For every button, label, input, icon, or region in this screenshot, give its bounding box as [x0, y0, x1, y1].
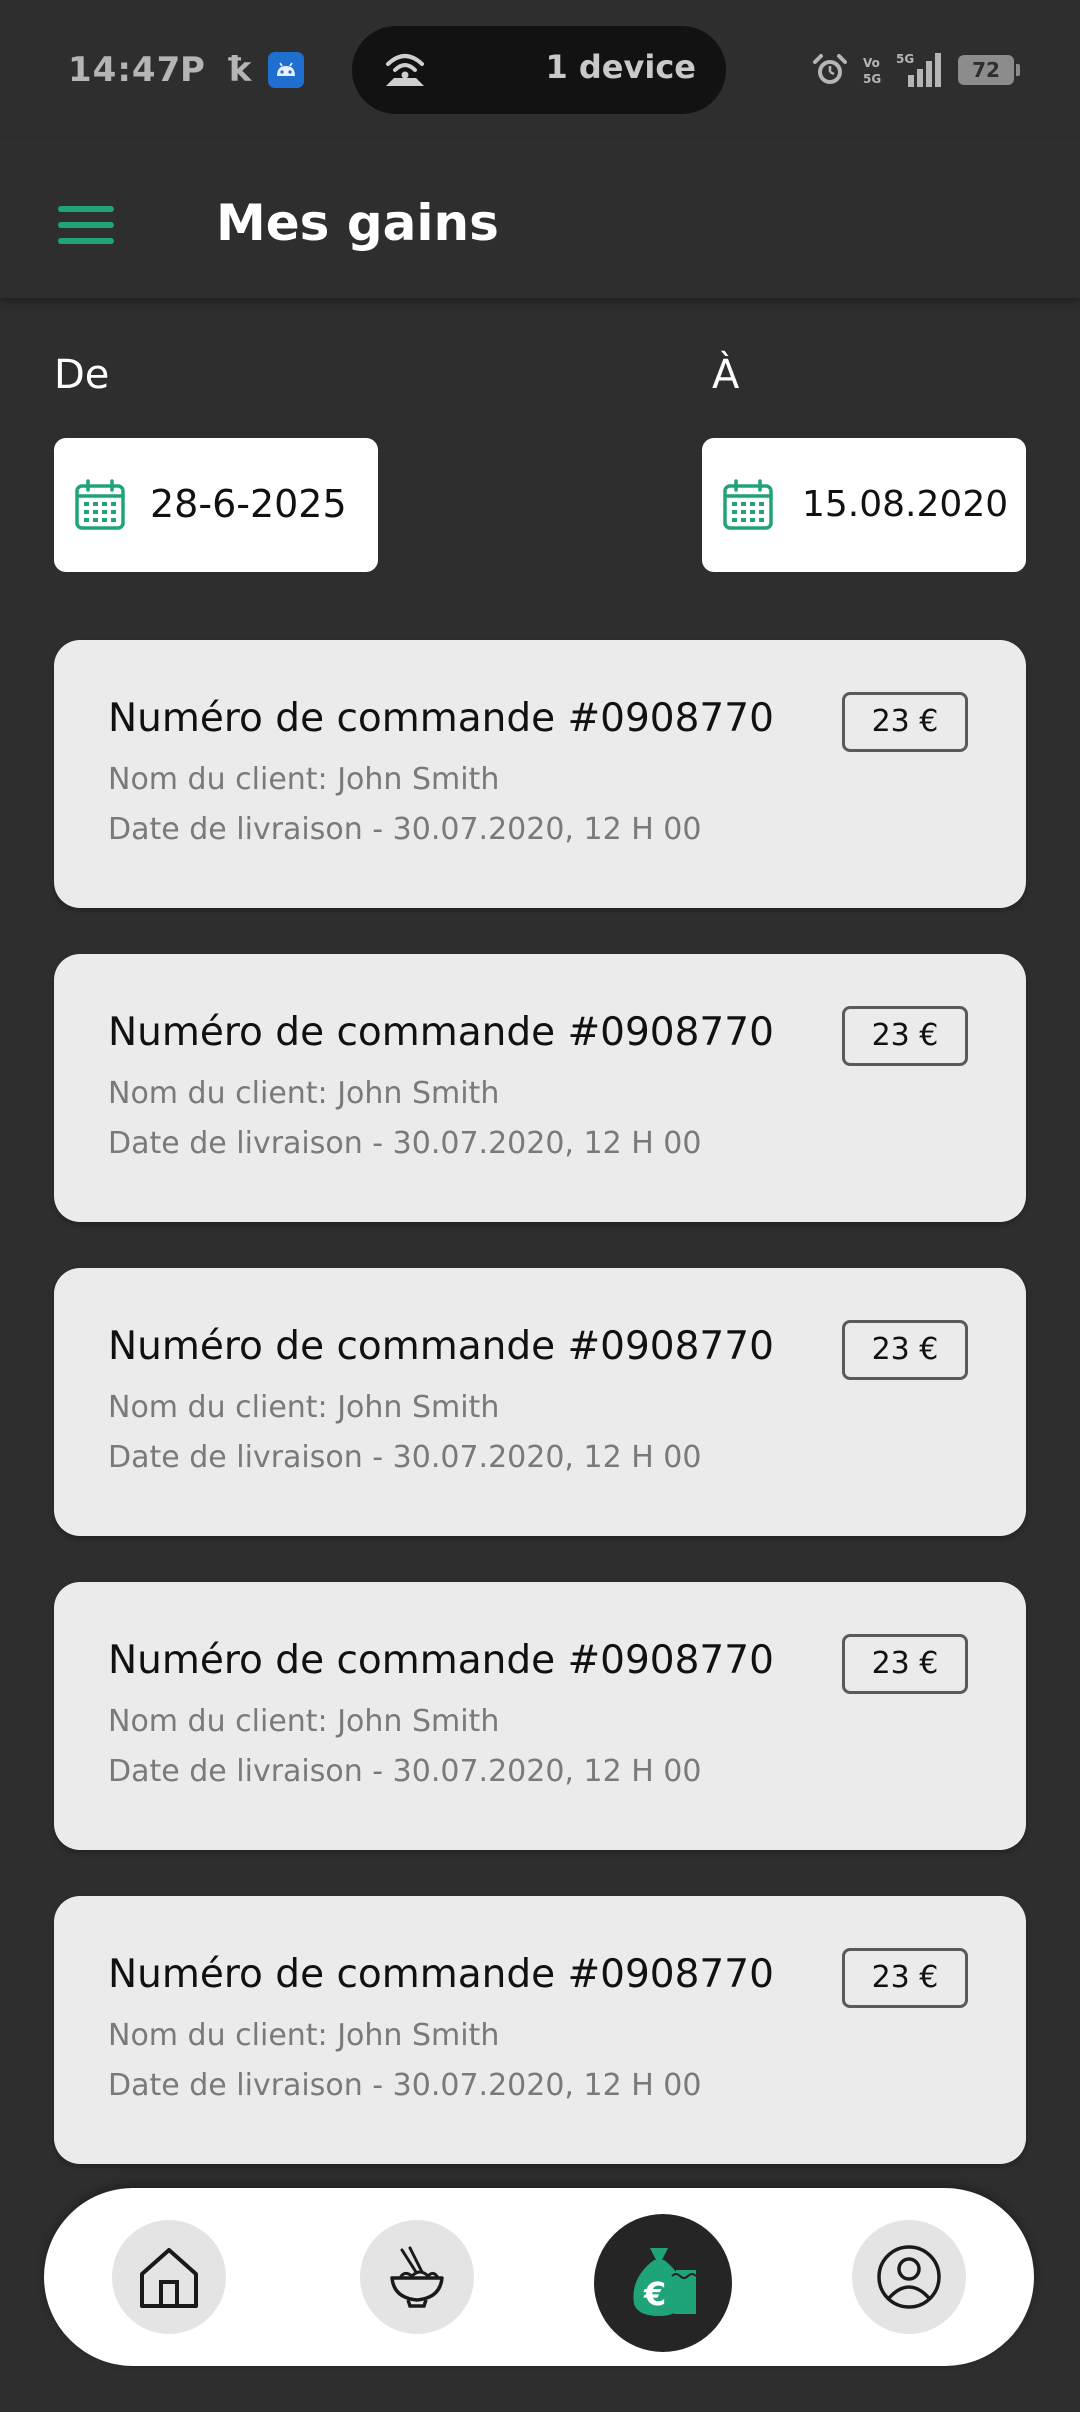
order-number: Numéro de commande #0908770: [108, 696, 774, 741]
page-title: Mes gains: [216, 194, 499, 252]
orders-list: Numéro de commande #0908770 23 € Nom du …: [54, 640, 1026, 2210]
order-delivery-date: Date de livraison - 30.07.2020, 12 H 00: [108, 2068, 702, 2103]
food-bowl-icon: [390, 2246, 444, 2308]
status-icons: Vo 5G 5G 72: [812, 48, 1020, 92]
nav-earnings-button[interactable]: €: [594, 2214, 732, 2352]
app-bar: Mes gains: [0, 140, 1080, 298]
to-date-field[interactable]: 15.08.2020: [702, 438, 1026, 572]
hotspot-pill[interactable]: 1 device: [352, 26, 726, 114]
to-date-label: À: [712, 352, 740, 398]
order-amount-badge: 23 €: [842, 1634, 968, 1694]
to-date-value: 15.08.2020: [802, 484, 1009, 525]
nav-orders-button[interactable]: [360, 2220, 474, 2334]
order-card[interactable]: Numéro de commande #0908770 23 € Nom du …: [54, 1582, 1026, 1850]
order-number: Numéro de commande #0908770: [108, 1324, 774, 1369]
order-amount-badge: 23 €: [842, 1006, 968, 1066]
menu-icon-bar: [58, 206, 114, 212]
notification-p-icon: P: [180, 50, 205, 90]
home-icon: [140, 2248, 198, 2308]
order-delivery-date: Date de livraison - 30.07.2020, 12 H 00: [108, 1126, 702, 1161]
notification-k-icon: ꝁ: [228, 50, 252, 90]
order-number: Numéro de commande #0908770: [108, 1638, 774, 1683]
order-client-name: Nom du client: John Smith: [108, 1390, 500, 1425]
calendar-icon: [75, 479, 125, 530]
order-amount-badge: 23 €: [842, 1948, 968, 2008]
alarm-icon: [813, 54, 847, 84]
hotspot-text: 1 device: [545, 48, 696, 86]
battery-icon: 72: [958, 55, 1020, 85]
status-time: 14:47: [68, 50, 182, 90]
nav-home-button[interactable]: [112, 2220, 226, 2334]
screen: 14:47 P ꝁ 1 device Vo 5G 5G 72 Mes gains…: [0, 0, 1080, 2412]
order-client-name: Nom du client: John Smith: [108, 1704, 500, 1739]
android-debug-icon: [268, 52, 304, 88]
order-client-name: Nom du client: John Smith: [108, 1076, 500, 1111]
bottom-navigation: €: [44, 2188, 1034, 2366]
status-bar: 14:47 P ꝁ 1 device Vo 5G 5G 72: [0, 0, 1080, 140]
hotspot-icon: [386, 54, 424, 86]
order-delivery-date: Date de livraison - 30.07.2020, 12 H 00: [108, 812, 702, 847]
order-delivery-date: Date de livraison - 30.07.2020, 12 H 00: [108, 1440, 702, 1475]
menu-icon-bar: [58, 222, 114, 228]
order-number: Numéro de commande #0908770: [108, 1952, 774, 1997]
cellular-signal-icon: 5G: [896, 52, 941, 87]
menu-icon-bar: [58, 238, 114, 244]
order-card[interactable]: Numéro de commande #0908770 23 € Nom du …: [54, 1268, 1026, 1536]
order-amount-badge: 23 €: [842, 692, 968, 752]
order-card[interactable]: Numéro de commande #0908770 23 € Nom du …: [54, 640, 1026, 908]
profile-icon: [877, 2245, 941, 2309]
order-client-name: Nom du client: John Smith: [108, 762, 500, 797]
order-amount-badge: 23 €: [842, 1320, 968, 1380]
svg-text:€: €: [643, 2275, 666, 2313]
order-number: Numéro de commande #0908770: [108, 1010, 774, 1055]
order-client-name: Nom du client: John Smith: [108, 2018, 500, 2053]
from-date-value: 28-6-2025: [150, 482, 347, 526]
from-date-label: De: [54, 352, 110, 398]
nav-profile-button[interactable]: [852, 2220, 966, 2334]
order-card[interactable]: Numéro de commande #0908770 23 € Nom du …: [54, 954, 1026, 1222]
order-delivery-date: Date de livraison - 30.07.2020, 12 H 00: [108, 1754, 702, 1789]
svg-text:5G: 5G: [896, 52, 914, 66]
money-bag-icon: €: [633, 2248, 697, 2316]
order-card[interactable]: Numéro de commande #0908770 23 € Nom du …: [54, 1896, 1026, 2164]
volte-icon: Vo 5G: [863, 56, 881, 86]
svg-text:Vo: Vo: [863, 56, 880, 70]
svg-text:5G: 5G: [863, 72, 881, 86]
from-date-field[interactable]: 28-6-2025: [54, 438, 378, 572]
calendar-icon: [723, 479, 773, 530]
menu-button[interactable]: [58, 206, 114, 248]
